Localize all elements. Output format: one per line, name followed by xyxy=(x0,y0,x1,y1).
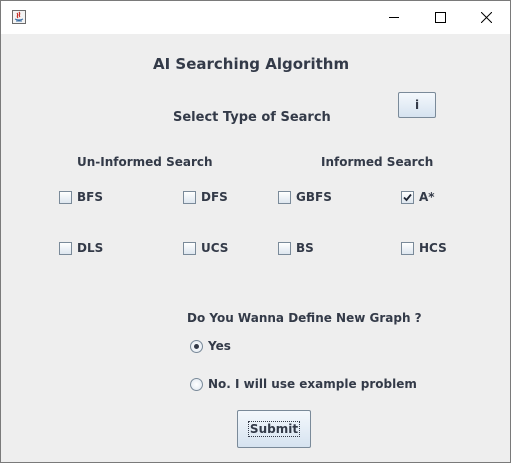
java-app-icon xyxy=(12,10,26,24)
radio-label: Yes xyxy=(208,339,231,353)
page-title: AI Searching Algorithm xyxy=(153,55,350,73)
checkbox-label: A* xyxy=(419,190,435,204)
submit-label: Submit xyxy=(247,421,301,437)
close-button[interactable] xyxy=(463,1,509,34)
radio-yes[interactable]: Yes xyxy=(190,339,231,353)
close-icon xyxy=(480,12,492,23)
title-bar xyxy=(1,1,510,34)
minimize-button[interactable] xyxy=(371,1,417,34)
checkbox-box[interactable] xyxy=(59,190,72,204)
checkbox-box[interactable] xyxy=(183,241,196,255)
maximize-icon xyxy=(434,12,446,23)
radio-no-example[interactable]: No. I will use example problem xyxy=(190,377,417,391)
checkbox-label: BS xyxy=(296,241,314,255)
checkbox-label: DLS xyxy=(77,241,104,255)
graph-question: Do You Wanna Define New Graph ? xyxy=(187,311,422,325)
radio-button[interactable] xyxy=(190,377,203,391)
checkbox-box[interactable] xyxy=(59,241,72,255)
radio-button-selected[interactable] xyxy=(190,339,203,353)
minimize-icon xyxy=(388,17,399,18)
uninformed-search-heading: Un-Informed Search xyxy=(77,155,213,169)
search-type-heading: Select Type of Search xyxy=(173,110,331,125)
checkbox-box[interactable] xyxy=(401,241,414,255)
informed-search-heading: Informed Search xyxy=(321,155,434,169)
checkbox-label: DFS xyxy=(201,190,228,204)
checkbox-box[interactable] xyxy=(401,190,414,204)
checkbox-label: BFS xyxy=(77,190,103,204)
checkbox-gbfs[interactable]: GBFS xyxy=(278,190,332,204)
checkbox-bs[interactable]: BS xyxy=(278,241,314,255)
checkbox-label: HCS xyxy=(419,241,447,255)
checkmark-icon xyxy=(403,193,412,201)
app-window: AI Searching Algorithm Select Type of Se… xyxy=(0,0,511,463)
radio-label: No. I will use example problem xyxy=(208,377,417,391)
checkbox-ucs[interactable]: UCS xyxy=(183,241,228,255)
checkbox-label: GBFS xyxy=(296,190,332,204)
info-button[interactable]: i xyxy=(398,92,436,118)
checkbox-box[interactable] xyxy=(183,190,196,204)
checkbox-label: UCS xyxy=(201,241,229,255)
checkbox-box[interactable] xyxy=(278,190,291,204)
maximize-button[interactable] xyxy=(417,1,463,34)
checkbox-hcs[interactable]: HCS xyxy=(401,241,447,255)
checkbox-dfs[interactable]: DFS xyxy=(183,190,228,204)
checkbox-bfs[interactable]: BFS xyxy=(59,190,103,204)
checkbox-a-star[interactable]: A* xyxy=(401,190,435,204)
submit-button[interactable]: Submit xyxy=(237,410,311,448)
checkbox-dls[interactable]: DLS xyxy=(59,241,103,255)
checkbox-box[interactable] xyxy=(278,241,291,255)
